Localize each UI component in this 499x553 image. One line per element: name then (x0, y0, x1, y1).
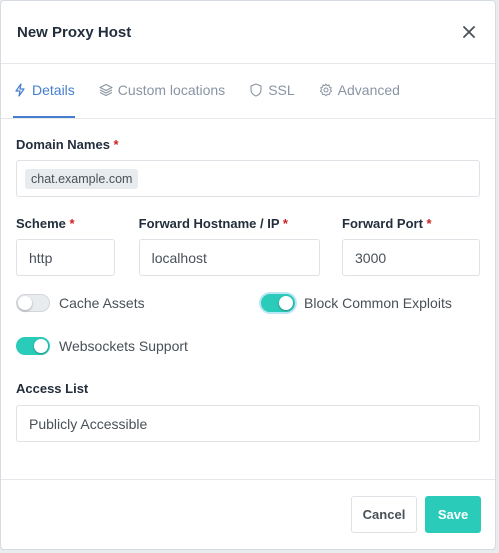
block-exploits-label: Block Common Exploits (304, 295, 452, 311)
layers-icon (99, 83, 113, 97)
websockets-row: Websockets Support (16, 337, 188, 355)
toggle-row-1: Cache Assets Block Common Exploits (16, 294, 480, 312)
cache-assets-row: Cache Assets (16, 294, 261, 312)
tab-ssl[interactable]: SSL (249, 64, 295, 118)
shield-icon (250, 83, 262, 97)
access-list-select[interactable]: Publicly Accessible (16, 405, 480, 442)
gear-icon (319, 83, 332, 97)
modal-title: New Proxy Host (17, 23, 132, 41)
cache-assets-toggle[interactable] (16, 294, 50, 312)
cache-assets-label: Cache Assets (59, 295, 145, 311)
tab-custom-locations-label: Custom locations (117, 82, 226, 98)
tab-ssl-label: SSL (268, 82, 295, 98)
tab-details-label: Details (32, 82, 75, 98)
tab-advanced[interactable]: Advanced (319, 64, 400, 118)
access-list-label: Access List (16, 381, 89, 396)
save-button[interactable]: Save (425, 496, 481, 533)
forward-host-label: Forward Hostname / IP * (138, 216, 288, 231)
new-proxy-host-modal: New Proxy Host Details Custom locations (0, 0, 496, 550)
forward-port-input[interactable]: 3000 (342, 239, 480, 276)
domain-names-input[interactable]: chat.example.com (16, 160, 480, 197)
access-list-group: Access List Publicly Accessible (16, 381, 480, 442)
cancel-button[interactable]: Cancel (351, 496, 417, 533)
websockets-toggle[interactable] (16, 337, 50, 355)
forward-row: Scheme * http Forward Hostname / IP * lo… (16, 216, 480, 276)
toggle-row-2: Websockets Support (16, 337, 480, 355)
modal-footer: Cancel Save (1, 479, 495, 549)
domain-chip[interactable]: chat.example.com (25, 168, 139, 189)
close-icon (463, 26, 475, 38)
block-exploits-row: Block Common Exploits (261, 294, 452, 312)
tab-details[interactable]: Details (13, 64, 75, 118)
close-button[interactable] (459, 22, 479, 42)
domain-names-label: Domain Names * (16, 137, 119, 152)
scheme-group: Scheme * http (16, 216, 139, 276)
tab-bar: Details Custom locations SSL Advanced (1, 64, 495, 119)
scheme-label: Scheme * (16, 216, 75, 231)
tab-advanced-label: Advanced (337, 82, 400, 98)
websockets-label: Websockets Support (59, 338, 188, 354)
forward-port-label: Forward Port * (342, 216, 432, 231)
domain-names-group: Domain Names * chat.example.com (16, 137, 480, 197)
tab-custom-locations[interactable]: Custom locations (99, 64, 225, 118)
forward-host-input[interactable]: localhost (138, 239, 320, 276)
block-exploits-toggle[interactable] (261, 294, 295, 312)
form-body: Domain Names * chat.example.com Scheme *… (1, 137, 495, 442)
modal-header: New Proxy Host (1, 1, 495, 64)
scheme-select[interactable]: http (16, 239, 115, 276)
lightning-icon (15, 83, 25, 97)
forward-host-group: Forward Hostname / IP * localhost (138, 216, 342, 276)
forward-port-group: Forward Port * 3000 (342, 216, 480, 276)
